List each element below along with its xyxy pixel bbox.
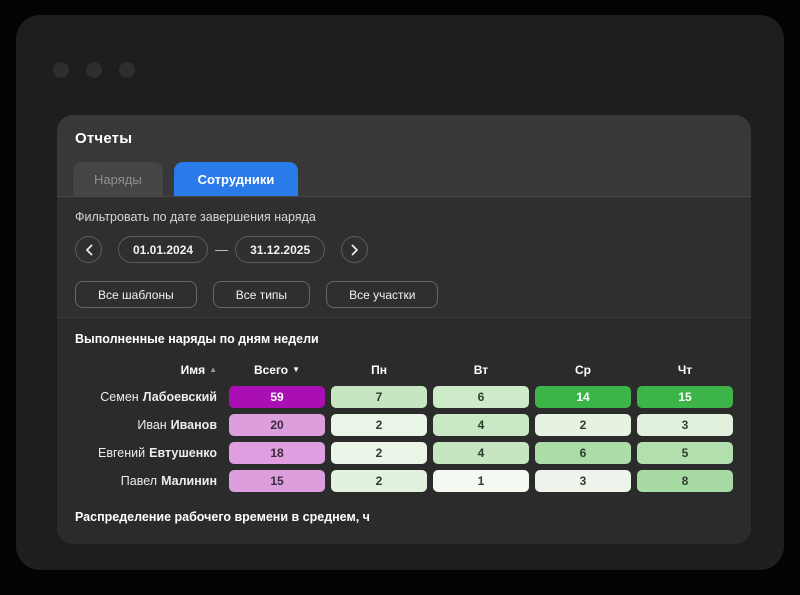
- screen-background: Отчеты Наряды Сотрудники Фильтровать по …: [0, 0, 800, 595]
- weekday-report-table: Имя ▲ Всего ▼ Пн Вт Ср Чт Семен Лабоевски…: [75, 360, 733, 492]
- filter-sites-button[interactable]: Все участки: [326, 281, 439, 308]
- heatmap-cell: 4: [433, 442, 529, 464]
- filter-label: Фильтровать по дате завершения наряда: [75, 210, 316, 224]
- column-header-mon: Пн: [371, 363, 387, 377]
- heatmap-cell: 6: [433, 386, 529, 408]
- heatmap-cell: 15: [637, 386, 733, 408]
- filter-section: Фильтровать по дате завершения наряда 01…: [57, 197, 751, 318]
- filter-types-button[interactable]: Все типы: [212, 281, 311, 308]
- filter-buttons-row: Все шаблоны Все типы Все участки: [75, 281, 733, 308]
- next-section-title: Распределение рабочего времени в среднем…: [75, 510, 370, 524]
- window-control-dot: [86, 62, 102, 78]
- column-header-total[interactable]: Всего ▼: [229, 360, 325, 380]
- date-range-separator: —: [215, 242, 229, 257]
- employee-name: Иван Иванов: [137, 418, 217, 432]
- heatmap-cell: 8: [637, 470, 733, 492]
- panel-header: Отчеты Наряды Сотрудники: [57, 115, 751, 197]
- prev-period-button[interactable]: [75, 236, 102, 263]
- employee-name: Павел Малинин: [120, 474, 217, 488]
- heatmap-cell: 5: [637, 442, 733, 464]
- heatmap-cell: 2: [331, 442, 427, 464]
- heatmap-cell: 2: [331, 414, 427, 436]
- employee-name: Евгений Евтушенко: [98, 446, 217, 460]
- heatmap-cell: 14: [535, 386, 631, 408]
- heatmap-cell: 2: [535, 414, 631, 436]
- reports-panel: Отчеты Наряды Сотрудники Фильтровать по …: [57, 115, 751, 544]
- date-to-button[interactable]: 31.12.2025: [235, 236, 326, 263]
- column-header-name[interactable]: Имя ▲: [75, 360, 223, 380]
- window-control-dot: [119, 62, 135, 78]
- heatmap-cell: 4: [433, 414, 529, 436]
- column-header-wed: Ср: [575, 363, 591, 377]
- column-header-label: Имя: [180, 363, 206, 377]
- window-controls: [53, 62, 135, 78]
- column-header-label: Всего: [253, 363, 289, 377]
- sort-desc-icon: ▼: [292, 365, 301, 374]
- heatmap-cell: 7: [331, 386, 427, 408]
- report-table-section: Выполненные наряды по дням недели Имя ▲ …: [57, 318, 751, 544]
- window-control-dot: [53, 62, 69, 78]
- heatmap-cell: 20: [229, 414, 325, 436]
- chevron-left-icon: [85, 244, 93, 256]
- heatmap-cell: 6: [535, 442, 631, 464]
- heatmap-cell: 18: [229, 442, 325, 464]
- employee-name: Семен Лабоевский: [100, 390, 217, 404]
- column-header-tue: Вт: [473, 363, 489, 377]
- heatmap-cell: 59: [229, 386, 325, 408]
- tab-bar: Наряды Сотрудники: [73, 162, 299, 196]
- tab-sotrudniki[interactable]: Сотрудники: [173, 162, 299, 196]
- date-range-row: 01.01.2024 — 31.12.2025: [75, 236, 733, 263]
- sort-asc-icon: ▲: [209, 365, 217, 374]
- heatmap-cell: 15: [229, 470, 325, 492]
- page-title: Отчеты: [75, 130, 133, 147]
- app-window: Отчеты Наряды Сотрудники Фильтровать по …: [16, 15, 784, 570]
- heatmap-cell: 3: [535, 470, 631, 492]
- section-title: Выполненные наряды по дням недели: [75, 332, 319, 346]
- date-from-button[interactable]: 01.01.2024: [118, 236, 209, 263]
- heatmap-cell: 2: [331, 470, 427, 492]
- heatmap-cell: 3: [637, 414, 733, 436]
- filter-templates-button[interactable]: Все шаблоны: [75, 281, 197, 308]
- next-period-button[interactable]: [341, 236, 369, 263]
- tab-naryady[interactable]: Наряды: [73, 162, 163, 196]
- heatmap-cell: 1: [433, 470, 529, 492]
- chevron-right-icon: [351, 244, 359, 256]
- column-header-thu: Чт: [677, 363, 693, 377]
